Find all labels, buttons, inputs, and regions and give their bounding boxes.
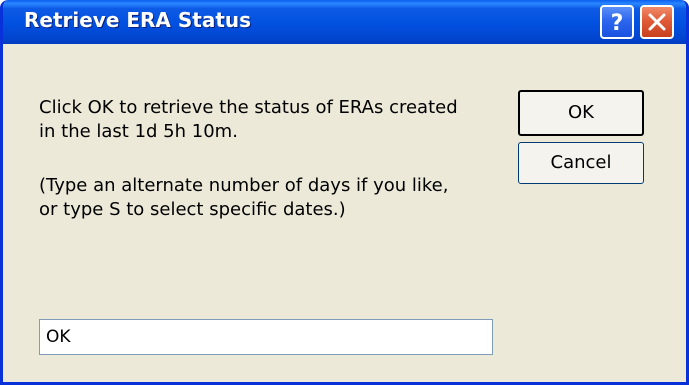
close-icon xyxy=(648,13,666,31)
message-line: in the last 1d 5h 10m. xyxy=(39,121,238,142)
message-paragraph-2: (Type an alternate number of days if you… xyxy=(39,174,448,222)
close-button[interactable] xyxy=(640,5,674,39)
svg-text:?: ? xyxy=(611,11,624,36)
help-button[interactable]: ? xyxy=(600,5,634,39)
ok-button[interactable]: OK xyxy=(518,90,644,136)
title-bar[interactable]: Retrieve ERA Status ? xyxy=(3,0,686,44)
message-line: or type S to select specific dates.) xyxy=(39,199,346,220)
message-line: Click OK to retrieve the status of ERAs … xyxy=(39,97,458,118)
cancel-button[interactable]: Cancel xyxy=(518,142,644,184)
message-paragraph-1: Click OK to retrieve the status of ERAs … xyxy=(39,96,458,144)
help-icon: ? xyxy=(611,11,624,36)
days-input[interactable] xyxy=(39,319,493,355)
retrieve-era-status-dialog: Retrieve ERA Status ? Click OK to retrie… xyxy=(0,0,689,385)
dialog-title: Retrieve ERA Status xyxy=(24,8,252,32)
message-line: (Type an alternate number of days if you… xyxy=(39,175,449,196)
